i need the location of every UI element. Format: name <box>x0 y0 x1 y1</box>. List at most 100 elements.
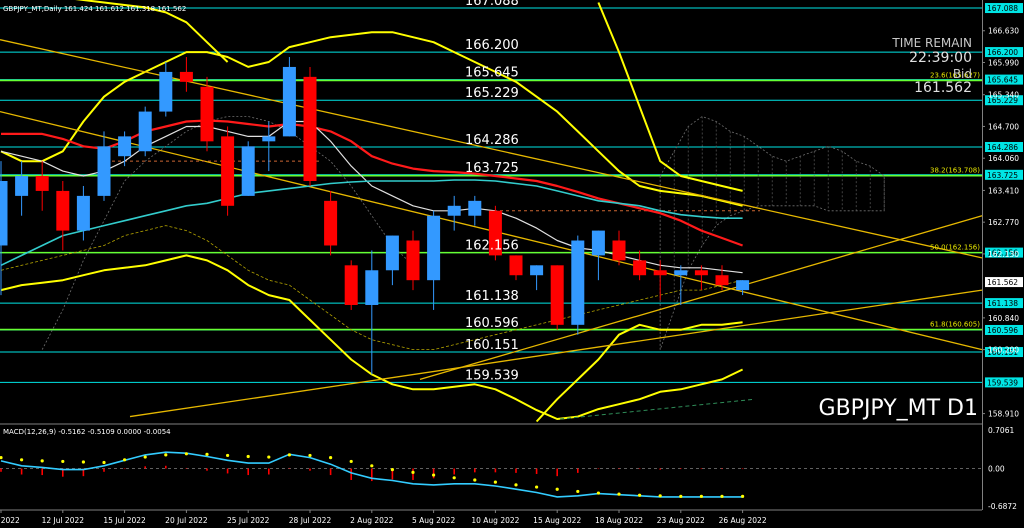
bollinger-lower-right <box>535 321 743 423</box>
price-tick-label: 162.130 <box>988 250 1019 259</box>
time-tick-label: 12 Jul 2022 <box>42 516 85 525</box>
candle-body <box>0 181 8 246</box>
fibonacci-labels: 23.6(165.627)38.2(163.708)50.0(162.156)6… <box>930 71 980 328</box>
fib-level-label: 61.8(160.605) <box>930 321 980 329</box>
candle-body <box>97 146 111 196</box>
price-level-label: 165.229 <box>465 86 519 101</box>
macd-signal-dot <box>123 458 127 462</box>
time-tick-label: 23 Aug 2022 <box>657 516 705 525</box>
price-tick-label: 166.630 <box>988 27 1019 36</box>
time-tick-label: 15 Jul 2022 <box>103 516 146 525</box>
macd-tick-label: 0.7061 <box>988 426 1014 435</box>
time-tick-label: 10 Aug 2022 <box>471 516 519 525</box>
macd-signal-dot <box>390 468 394 472</box>
macd-signal-dot <box>164 453 168 457</box>
macd-signal-dot <box>473 478 477 482</box>
candle-body <box>324 200 338 246</box>
macd-signal-dot <box>699 494 704 498</box>
time-remain-label: TIME REMAIN <box>892 36 972 50</box>
moving-averages <box>0 119 743 274</box>
macd-signal-dot <box>349 459 353 464</box>
price-tick-label: 158.910 <box>988 410 1019 419</box>
price-level-tag-text: 166.200 <box>987 48 1018 57</box>
current-price-tag-text: 161.562 <box>987 278 1018 287</box>
macd-tick-label: -0.6872 <box>988 502 1017 511</box>
price-level-tag-text: 161.138 <box>987 299 1018 308</box>
candle-body <box>530 265 544 276</box>
candle-body <box>468 200 482 216</box>
macd-signal-dot <box>432 473 436 477</box>
dashed-trendline <box>559 398 756 420</box>
macd-signal-dot <box>0 456 3 460</box>
macd-signal-dot <box>102 460 106 465</box>
time-tick-label: 18 Aug 2022 <box>595 516 643 525</box>
symbol-header: GBPJPY_MT,Daily 161.424 161.612 161.318 … <box>3 5 187 13</box>
price-tick-label: 165.990 <box>988 58 1019 67</box>
candle-body <box>221 136 235 206</box>
candle-body <box>282 66 296 137</box>
fib-level-label: 38.2(163.708) <box>930 167 980 175</box>
price-level-label: 163.725 <box>465 161 519 176</box>
symbol-watermark: GBPJPY_MT D1 <box>818 396 978 421</box>
candle-body <box>447 205 461 216</box>
macd-signal-dot <box>679 494 683 498</box>
macd-signal-dot <box>514 483 518 487</box>
candle-body <box>303 76 317 182</box>
time-tick-label: 28 Jul 2022 <box>289 516 332 525</box>
bid-label: Bid <box>952 67 972 81</box>
price-tick-label: 164.700 <box>988 122 1019 131</box>
candle-body <box>694 270 708 276</box>
macd-signal-dot <box>555 487 559 491</box>
price-tick-label: 162.770 <box>988 218 1019 227</box>
candle-body <box>674 270 688 276</box>
gbpjpy-daily-chart[interactable]: 167.088 166.200 165.645 165.229 164.286 163.7… <box>0 0 1024 528</box>
candle-body <box>633 260 647 276</box>
bollinger-upper-right <box>597 2 743 192</box>
price-level-label: 159.539 <box>465 368 519 383</box>
price-level-label: 160.596 <box>465 316 519 331</box>
candle-body <box>653 270 667 276</box>
candle-body <box>571 240 585 325</box>
macd-signal-dot <box>658 494 662 498</box>
price-tick-label: 164.060 <box>988 154 1019 163</box>
time-tick-label: 2 Aug 2022 <box>350 516 393 525</box>
macd-signal-dot <box>617 492 621 496</box>
candle-body <box>241 146 255 196</box>
macd-signal-dot <box>596 491 601 495</box>
macd-signal-dot <box>143 455 147 459</box>
price-level-label: 166.200 <box>465 38 519 53</box>
macd-signal-dot <box>493 480 497 484</box>
cloud-outline <box>659 116 885 350</box>
price-level-label: 160.151 <box>465 338 519 353</box>
macd-signal-dot <box>184 452 188 456</box>
macd-header: MACD(12,26,9) -0.5162 -0.5109 0.0000 -0.… <box>3 428 171 436</box>
macd-signal-dot <box>287 453 291 457</box>
candle-body <box>56 190 70 231</box>
moving-average-white <box>0 120 743 274</box>
macd-signal-dot <box>308 453 312 458</box>
macd-signal-dot <box>61 459 65 464</box>
candle-body <box>365 270 379 305</box>
ichimoku-cloud <box>41 116 885 350</box>
macd-signal-dot <box>329 456 333 460</box>
macd-signal-dot <box>20 458 24 462</box>
candle-body <box>736 280 750 291</box>
time-tick-label: 7 Jul 2022 <box>0 516 20 525</box>
price-level-labels: 167.088 166.200 165.645 165.229 164.286 163.7… <box>465 0 519 383</box>
macd-tick-label: 0.00 <box>988 465 1005 474</box>
time-tick-label: 26 Aug 2022 <box>719 516 767 525</box>
macd-signal-dot <box>720 494 724 498</box>
macd-signal-dot <box>576 489 580 494</box>
candle-body <box>35 176 49 191</box>
candle-body <box>509 255 523 276</box>
candle-body <box>344 265 358 305</box>
macd-signal-dot <box>370 464 374 468</box>
price-level-tag-text: 163.725 <box>987 171 1018 180</box>
candle-body <box>159 71 173 112</box>
macd-signal-dot <box>535 485 539 489</box>
time-axis: 7 Jul 2022 12 Jul 2022 15 Jul 2022 20 Jul 2… <box>0 510 767 525</box>
candle-body <box>200 86 214 142</box>
candle-body <box>15 176 29 196</box>
time-tick-label: 5 Aug 2022 <box>412 516 455 525</box>
time-remain-value: 22:39:00 <box>909 50 972 66</box>
